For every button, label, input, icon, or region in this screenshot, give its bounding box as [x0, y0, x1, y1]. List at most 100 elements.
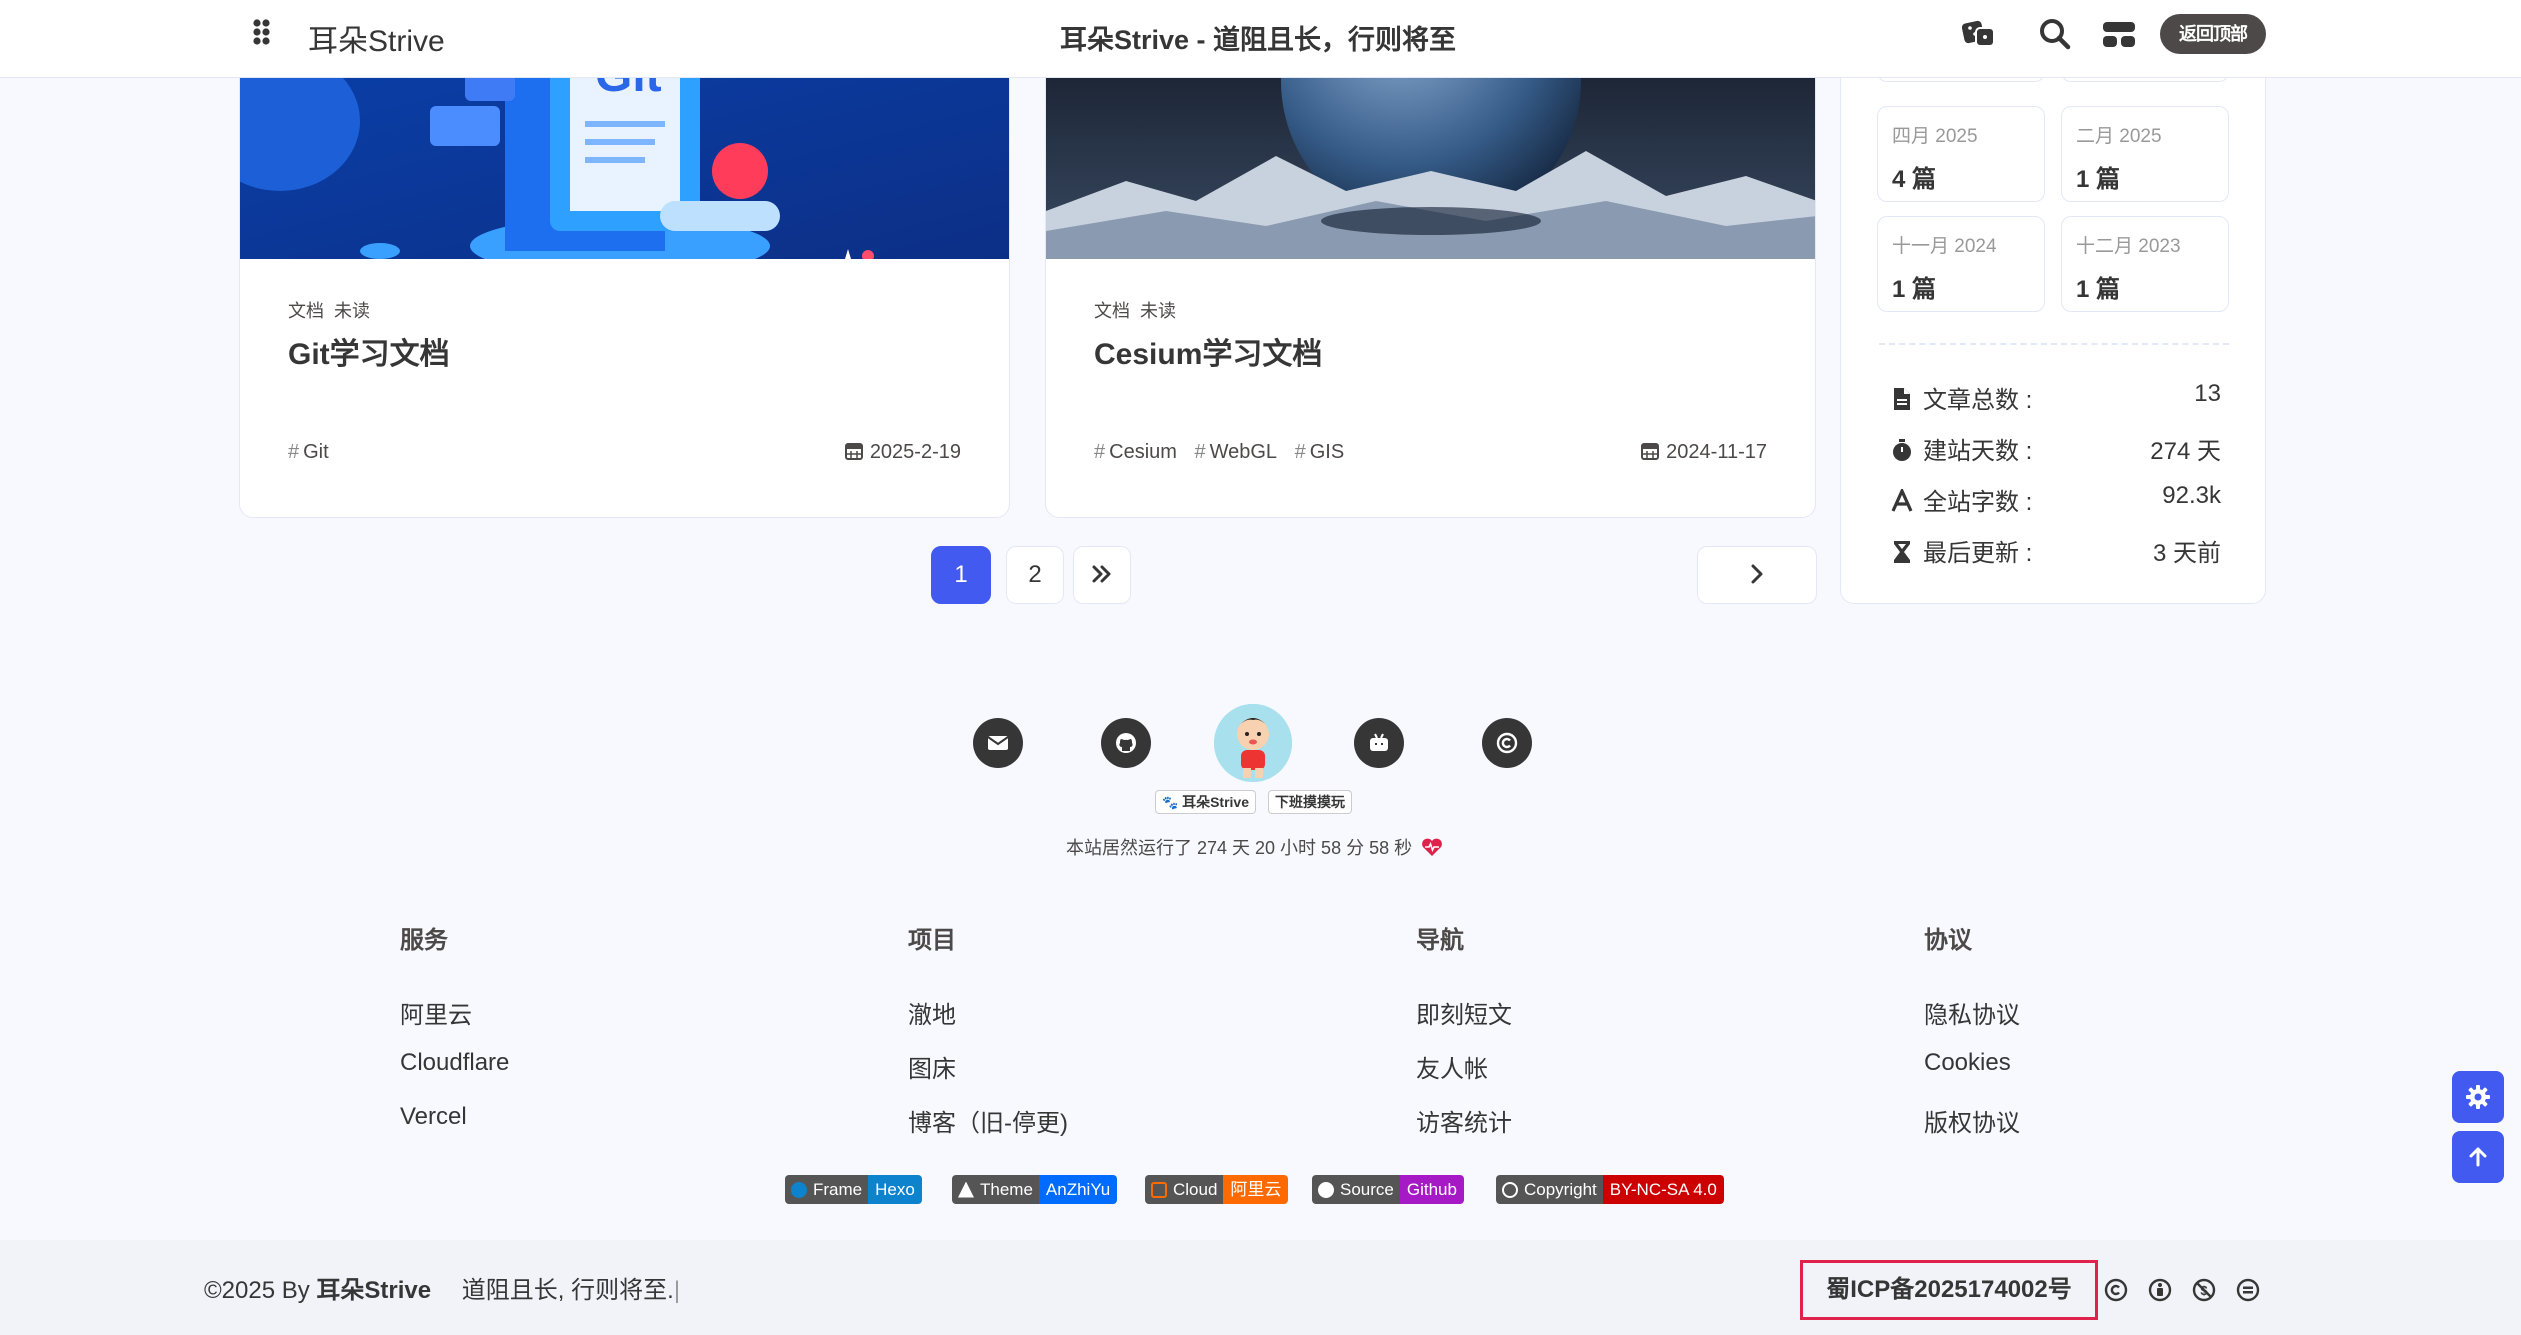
footer-column-agreements: 协议 隐私协议 Cookies 版权协议 [1924, 920, 2020, 1157]
sidebar-archive-card: 四月 2025 4 篇 二月 2025 1 篇 十一月 2024 1 篇 十二月… [1840, 36, 2266, 604]
footer-link[interactable]: 友人帐 [1416, 1049, 1512, 1103]
github-link[interactable] [1101, 718, 1151, 768]
shield-frame[interactable]: Frame Hexo [785, 1175, 922, 1204]
footer-column-projects: 项目 澈地 图床 博客（旧-停更) [908, 920, 1068, 1157]
bilibili-link[interactable] [1354, 718, 1404, 768]
category-label[interactable]: 文档 [288, 301, 324, 321]
stat-last-update: 最后更新 : 3 天前 [1891, 533, 2221, 569]
footer-link[interactable]: 访客统计 [1416, 1103, 1512, 1157]
footer-link[interactable]: 澈地 [908, 995, 1068, 1049]
font-icon [1891, 489, 1913, 512]
post-title[interactable]: Git学习文档 [288, 329, 450, 373]
github-icon [1116, 733, 1136, 753]
copyright-link[interactable] [1482, 718, 1532, 768]
aliyun-icon [1151, 1181, 1167, 1198]
footer-column-title: 项目 [908, 927, 956, 954]
dice-icon[interactable] [1960, 16, 1998, 52]
envelope-icon [987, 736, 1009, 750]
archive-item[interactable]: 二月 2025 1 篇 [2061, 106, 2229, 202]
search-icon[interactable] [2036, 16, 2074, 52]
post-cover-image[interactable] [1046, 61, 1815, 259]
scroll-to-top-button[interactable] [2452, 1131, 2504, 1183]
back-to-top-button[interactable]: 返回顶部 [2160, 14, 2266, 54]
post-tags: # Git [288, 441, 341, 464]
page-number-1[interactable]: 1 [931, 546, 991, 604]
post-card[interactable]: 文档 未读 Cesium学习文档 # Cesium # WebGL # GIS 2024… [1045, 60, 1816, 518]
footer-link[interactable]: 图床 [908, 1049, 1068, 1103]
stat-site-days: 建站天数 : 274 天 [1891, 431, 2221, 467]
archive-item[interactable]: 四月 2025 4 篇 [1877, 106, 2045, 202]
icp-record-link[interactable]: 蜀ICP备2025174002号 [1800, 1260, 2098, 1320]
heart-icon [1422, 838, 1443, 856]
hashtag-icon: # [1094, 441, 1106, 463]
bilibili-icon [1370, 733, 1388, 751]
calendar-icon [844, 443, 863, 460]
footer-link[interactable]: Vercel [400, 1103, 509, 1157]
cc-nd-icon[interactable] [2236, 1278, 2260, 1302]
footer-column-title: 服务 [400, 927, 448, 954]
shield-source[interactable]: Source Github [1312, 1175, 1464, 1204]
copyright-text: ©2025 By 耳朵Strive 道阻且长, 行则将至.| [204, 1277, 681, 1304]
post-date: 2024-11-17 [1640, 441, 1767, 464]
post-date: 2025-2-19 [844, 441, 961, 464]
post-tag[interactable]: # Git [288, 441, 329, 463]
anzhiyu-icon [958, 1181, 974, 1198]
post-tag[interactable]: # Cesium [1094, 441, 1177, 463]
footer-link[interactable]: 即刻短文 [1416, 995, 1512, 1049]
unread-label: 未读 [334, 301, 370, 321]
footer-link[interactable]: 博客（旧-停更) [908, 1103, 1068, 1157]
author-link[interactable]: 耳朵Strive [316, 1277, 431, 1304]
creative-commons-icon [1502, 1181, 1518, 1198]
page-number-2[interactable]: 2 [1006, 546, 1064, 604]
post-tag[interactable]: # GIS [1295, 441, 1345, 463]
cc-by-icon[interactable] [2148, 1278, 2172, 1302]
post-card[interactable]: Git 文档 未读 Git学习文档 # Git 2025-2-19 [239, 60, 1010, 518]
archive-item[interactable]: 十一月 2024 1 篇 [1877, 216, 2045, 312]
category-label[interactable]: 文档 [1094, 301, 1130, 321]
last-page-button[interactable] [1073, 546, 1131, 604]
avatar[interactable] [1214, 704, 1292, 782]
double-chevron-right-icon [1092, 565, 1111, 583]
cc-icon[interactable] [2104, 1278, 2128, 1302]
footer-column-title: 导航 [1416, 927, 1464, 954]
footer-link[interactable]: 版权协议 [1924, 1103, 2020, 1157]
footer-link[interactable]: 隐私协议 [1924, 995, 2020, 1049]
footer-link[interactable]: Cloudflare [400, 1049, 509, 1103]
author-badge[interactable]: 🐾 耳朵Strive [1155, 790, 1256, 814]
footer-link[interactable]: 阿里云 [400, 995, 509, 1049]
settings-button[interactable] [2452, 1071, 2504, 1123]
cc-nc-icon[interactable]: $ [2192, 1278, 2216, 1302]
shield-theme[interactable]: Theme AnZhiYu [952, 1175, 1118, 1204]
chevron-right-icon [1751, 564, 1763, 584]
hashtag-icon: # [288, 441, 300, 463]
copyright-icon [1496, 732, 1518, 754]
divider [1879, 343, 2229, 345]
stopwatch-icon [1893, 439, 1911, 461]
footer-column-title: 协议 [1924, 927, 1972, 954]
next-page-button[interactable] [1697, 546, 1817, 604]
github-icon [1318, 1181, 1334, 1198]
slogan-badge[interactable]: 下班摸摸玩 [1268, 790, 1352, 814]
hourglass-icon [1894, 541, 1910, 563]
arrow-up-icon [2469, 1147, 2487, 1167]
post-cover-image[interactable]: Git [240, 61, 1009, 259]
hashtag-icon: # [1294, 441, 1306, 463]
unread-label: 未读 [1140, 301, 1176, 321]
post-title[interactable]: Cesium学习文档 [1094, 329, 1322, 373]
post-categories: 文档 未读 [1094, 297, 1186, 323]
console-toggle-icon[interactable] [2100, 16, 2138, 52]
paw-icon: 🐾 [1162, 795, 1179, 810]
email-link[interactable] [973, 718, 1023, 768]
post-tag[interactable]: # WebGL [1194, 441, 1277, 463]
shield-copyright[interactable]: Copyright BY-NC-SA 4.0 [1496, 1175, 1724, 1204]
top-nav: 耳朵Strive 耳朵Strive - 道阻且长，行则将至 返回顶部 [0, 0, 2521, 78]
footer-link[interactable]: Cookies [1924, 1049, 2020, 1103]
stat-post-count: 文章总数 : 13 [1891, 380, 2221, 416]
stat-word-count: 全站字数 : 92.3k [1891, 482, 2221, 518]
archive-item[interactable]: 十二月 2023 1 篇 [2061, 216, 2229, 312]
shield-cloud[interactable]: Cloud 阿里云 [1145, 1175, 1289, 1204]
footer-column-services: 服务 阿里云 Cloudflare Vercel [400, 920, 509, 1157]
apps-grid-icon[interactable] [252, 18, 280, 46]
gear-icon [2466, 1085, 2490, 1109]
site-brand-link[interactable]: 耳朵Strive [308, 16, 445, 60]
